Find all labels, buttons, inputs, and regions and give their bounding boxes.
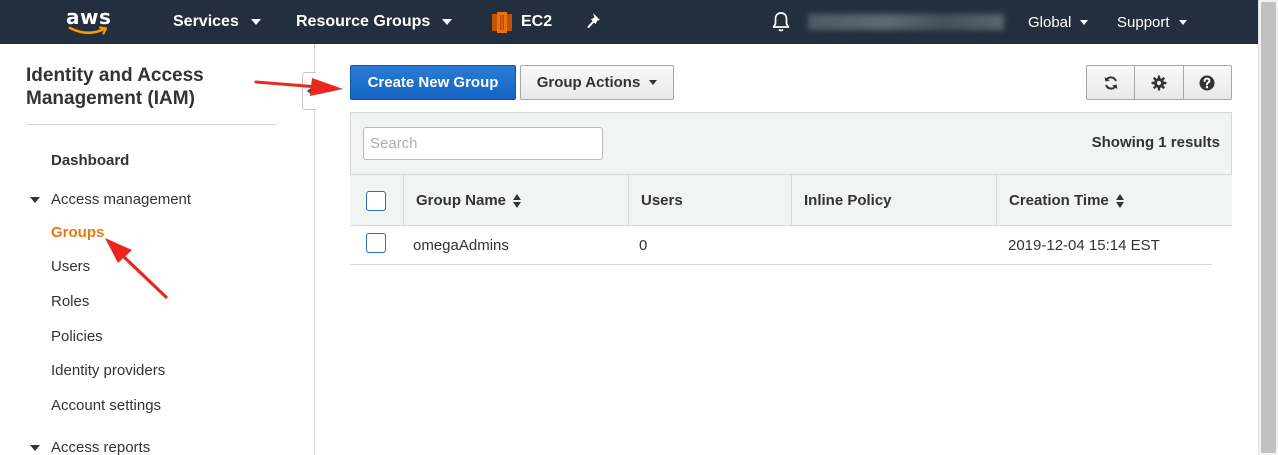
create-new-group-button[interactable]: Create New Group (350, 65, 516, 100)
region-label: Global (1028, 14, 1072, 31)
sidebar-divider (26, 124, 276, 125)
header-label: Group Name (416, 192, 507, 209)
pin-icon[interactable] (587, 12, 603, 30)
sidebar-title: Identity and Access Management (IAM) (26, 65, 204, 109)
header-creation-time[interactable]: Creation Time (997, 175, 1232, 226)
sort-icon (513, 193, 522, 208)
ec2-label: EC2 (521, 13, 553, 30)
group-actions-button[interactable]: Group Actions (520, 65, 674, 100)
sort-icon (1115, 193, 1125, 208)
chevron-left-icon (307, 87, 312, 95)
chevron-down-icon (1178, 20, 1187, 25)
aws-smile-icon (68, 26, 108, 35)
bell-icon[interactable] (771, 11, 791, 33)
sidebar-section-access-reports[interactable]: Access reports (30, 439, 150, 455)
header-group-name[interactable]: Group Name (404, 175, 629, 226)
help-icon (1199, 75, 1215, 90)
chevron-down-icon (1080, 20, 1089, 25)
top-navigation-bar: aws Services Resource Groups EC2 Global (0, 0, 1258, 44)
settings-button[interactable] (1135, 65, 1184, 100)
sidebar-collapse-handle[interactable] (302, 72, 316, 110)
vertical-scrollbar[interactable] (1258, 0, 1278, 455)
ec2-icon[interactable] (492, 12, 512, 33)
chevron-down-icon (250, 19, 261, 25)
header-label: Inline Policy (804, 192, 892, 209)
sidebar-item-identity-providers[interactable]: Identity providers (51, 362, 165, 379)
group-name-link[interactable]: omegaAdmins (413, 237, 639, 254)
caret-down-icon (30, 444, 40, 451)
sidebar: Identity and Access Management (IAM) Das… (0, 44, 315, 455)
refresh-icon (1104, 75, 1118, 90)
row-checkbox[interactable] (366, 233, 386, 253)
sidebar-item-roles[interactable]: Roles (51, 293, 89, 310)
results-count: Showing 1 results (1091, 134, 1220, 151)
resource-groups-menu[interactable]: Resource Groups (296, 13, 453, 31)
search-input[interactable] (363, 127, 603, 160)
ec2-shortcut[interactable]: EC2 (521, 13, 552, 31)
caret-down-icon (30, 196, 40, 203)
help-button[interactable] (1183, 65, 1232, 100)
header-select-all (350, 175, 404, 226)
resource-groups-label: Resource Groups (296, 13, 431, 30)
chevron-down-icon (649, 80, 658, 85)
table-row[interactable]: omegaAdmins 0 2019-12-04 15:14 EST (350, 226, 1212, 265)
sidebar-item-users[interactable]: Users (51, 258, 90, 275)
sidebar-item-policies[interactable]: Policies (51, 328, 103, 345)
services-label: Services (173, 13, 239, 30)
aws-logo[interactable]: aws (66, 4, 116, 40)
row-select-cell (350, 233, 413, 257)
table-tools (1086, 65, 1232, 100)
gear-icon (1151, 75, 1167, 90)
creation-time: 2019-12-04 15:14 EST (1008, 236, 1160, 254)
region-menu[interactable]: Global (1028, 14, 1089, 31)
section-label: Access management (51, 191, 192, 208)
header-inline-policy: Inline Policy (792, 175, 997, 226)
support-label: Support (1117, 14, 1170, 31)
select-all-checkbox[interactable] (366, 190, 386, 211)
header-label: Users (641, 192, 683, 209)
scrollbar-thumb[interactable] (1261, 2, 1276, 453)
account-name-redacted[interactable] (808, 14, 1004, 30)
table-header: Group Name Users Inline Policy Creation … (350, 174, 1232, 226)
users-count: 0 (639, 236, 648, 254)
header-label: Creation Time (1009, 192, 1109, 209)
sidebar-section-access-management[interactable]: Access management (30, 191, 191, 208)
services-menu[interactable]: Services (173, 13, 261, 31)
header-users: Users (629, 175, 792, 226)
support-menu[interactable]: Support (1117, 14, 1187, 31)
sidebar-item-dashboard[interactable]: Dashboard (51, 152, 129, 169)
section-label: Access reports (51, 439, 151, 455)
group-actions-label: Group Actions (536, 74, 641, 91)
sidebar-item-groups[interactable]: Groups (51, 224, 104, 241)
sidebar-item-account-settings[interactable]: Account settings (51, 397, 161, 414)
chevron-down-icon (442, 19, 453, 25)
refresh-button[interactable] (1086, 65, 1136, 100)
